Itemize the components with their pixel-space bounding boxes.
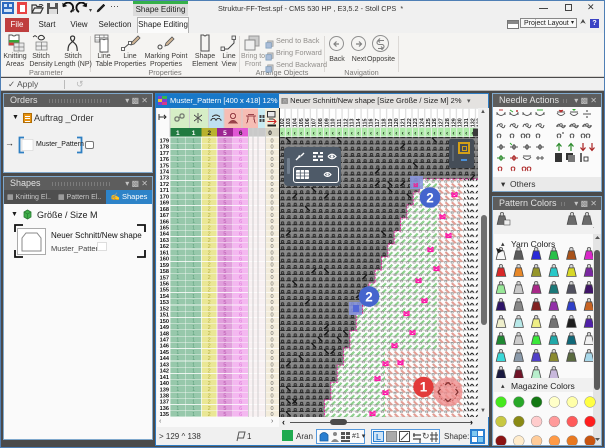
svg-text:122: 122 [407, 118, 413, 127]
svg-text:2: 2 [365, 290, 373, 305]
svg-text:‹: ‹ [376, 130, 378, 137]
svg-text:‹: ‹ [370, 130, 372, 137]
svg-text:124: 124 [420, 118, 426, 127]
svg-text:1: 1 [420, 380, 428, 395]
svg-text:121: 121 [400, 118, 406, 127]
svg-text:‹: ‹ [408, 130, 410, 137]
svg-text:110: 110 [331, 118, 337, 127]
svg-text:‹: ‹ [344, 130, 346, 137]
svg-text:102: 102 [280, 118, 286, 127]
svg-text:‹: ‹ [389, 130, 391, 137]
svg-text:‹: ‹ [338, 130, 340, 137]
svg-text:0: 0 [268, 130, 272, 137]
svg-text:106: 106 [305, 118, 311, 127]
svg-text:109: 109 [324, 118, 330, 127]
svg-text:1: 1 [192, 130, 196, 137]
svg-text:▾: ▾ [72, 8, 75, 14]
svg-text:‹: ‹ [421, 130, 423, 137]
svg-text:‹: ‹ [351, 130, 353, 137]
svg-text:‹: ‹ [446, 130, 448, 137]
svg-text:▴: ▴ [501, 241, 505, 248]
svg-text:2: 2 [426, 191, 434, 206]
svg-text:‹: ‹ [433, 130, 435, 137]
svg-text:131: 131 [464, 118, 470, 127]
svg-text:112: 112 [343, 118, 349, 127]
svg-text:‹: ‹ [459, 130, 461, 137]
svg-text:132: 132 [470, 118, 476, 127]
svg-text:‹: ‹ [452, 130, 454, 137]
svg-text:‹: ‹ [306, 130, 308, 137]
svg-text:116: 116 [369, 118, 375, 127]
svg-text:111: 111 [337, 119, 343, 127]
svg-text:.: . [593, 224, 594, 230]
svg-text:‹: ‹ [357, 130, 359, 137]
svg-text:‹: ‹ [440, 130, 442, 137]
svg-text:‹: ‹ [294, 130, 296, 137]
svg-text:‹: ‹ [395, 130, 397, 137]
svg-text:1: 1 [176, 130, 180, 137]
svg-text:‹: ‹ [414, 130, 416, 137]
svg-text:2: 2 [207, 130, 211, 137]
svg-text:6: 6 [239, 130, 243, 137]
svg-text:108: 108 [318, 118, 324, 127]
svg-text:129: 129 [451, 118, 457, 127]
svg-text:123: 123 [413, 118, 419, 127]
svg-text:‹: ‹ [325, 130, 327, 137]
svg-text:127: 127 [439, 118, 445, 127]
svg-text:133: 133 [477, 118, 478, 127]
svg-text:‹: ‹ [287, 130, 289, 137]
svg-text:‹: ‹ [332, 130, 334, 137]
svg-text:‹: ‹ [383, 130, 385, 137]
svg-text:‹: ‹ [300, 130, 302, 137]
svg-text:105: 105 [299, 118, 305, 127]
svg-text:‹: ‹ [313, 130, 315, 137]
svg-text:114: 114 [356, 118, 362, 127]
svg-text:115: 115 [362, 118, 368, 127]
svg-text:130: 130 [458, 118, 464, 127]
svg-text:5: 5 [223, 130, 227, 137]
svg-text:125: 125 [426, 118, 432, 127]
svg-text:113: 113 [350, 118, 356, 127]
svg-text:Magazine Colors: Magazine Colors [511, 381, 575, 391]
svg-text:117: 117 [375, 118, 381, 127]
svg-text:‹: ‹ [363, 130, 365, 137]
svg-text:104: 104 [293, 118, 299, 127]
svg-text:‹: ‹ [402, 130, 404, 137]
svg-text:103: 103 [286, 118, 292, 127]
svg-text:‹: ‹ [465, 130, 467, 137]
svg-text:126: 126 [432, 118, 438, 127]
svg-text:‹: ‹ [427, 130, 429, 137]
svg-text:119: 119 [388, 118, 394, 127]
svg-text:128: 128 [445, 118, 451, 127]
svg-text:▾: ▾ [89, 8, 92, 14]
svg-text:120: 120 [394, 118, 400, 127]
svg-text:‹: ‹ [319, 130, 321, 137]
svg-text:107: 107 [312, 118, 318, 127]
svg-text:‹: ‹ [281, 130, 283, 137]
svg-text:▴: ▴ [501, 383, 505, 390]
svg-text:118: 118 [381, 118, 387, 127]
